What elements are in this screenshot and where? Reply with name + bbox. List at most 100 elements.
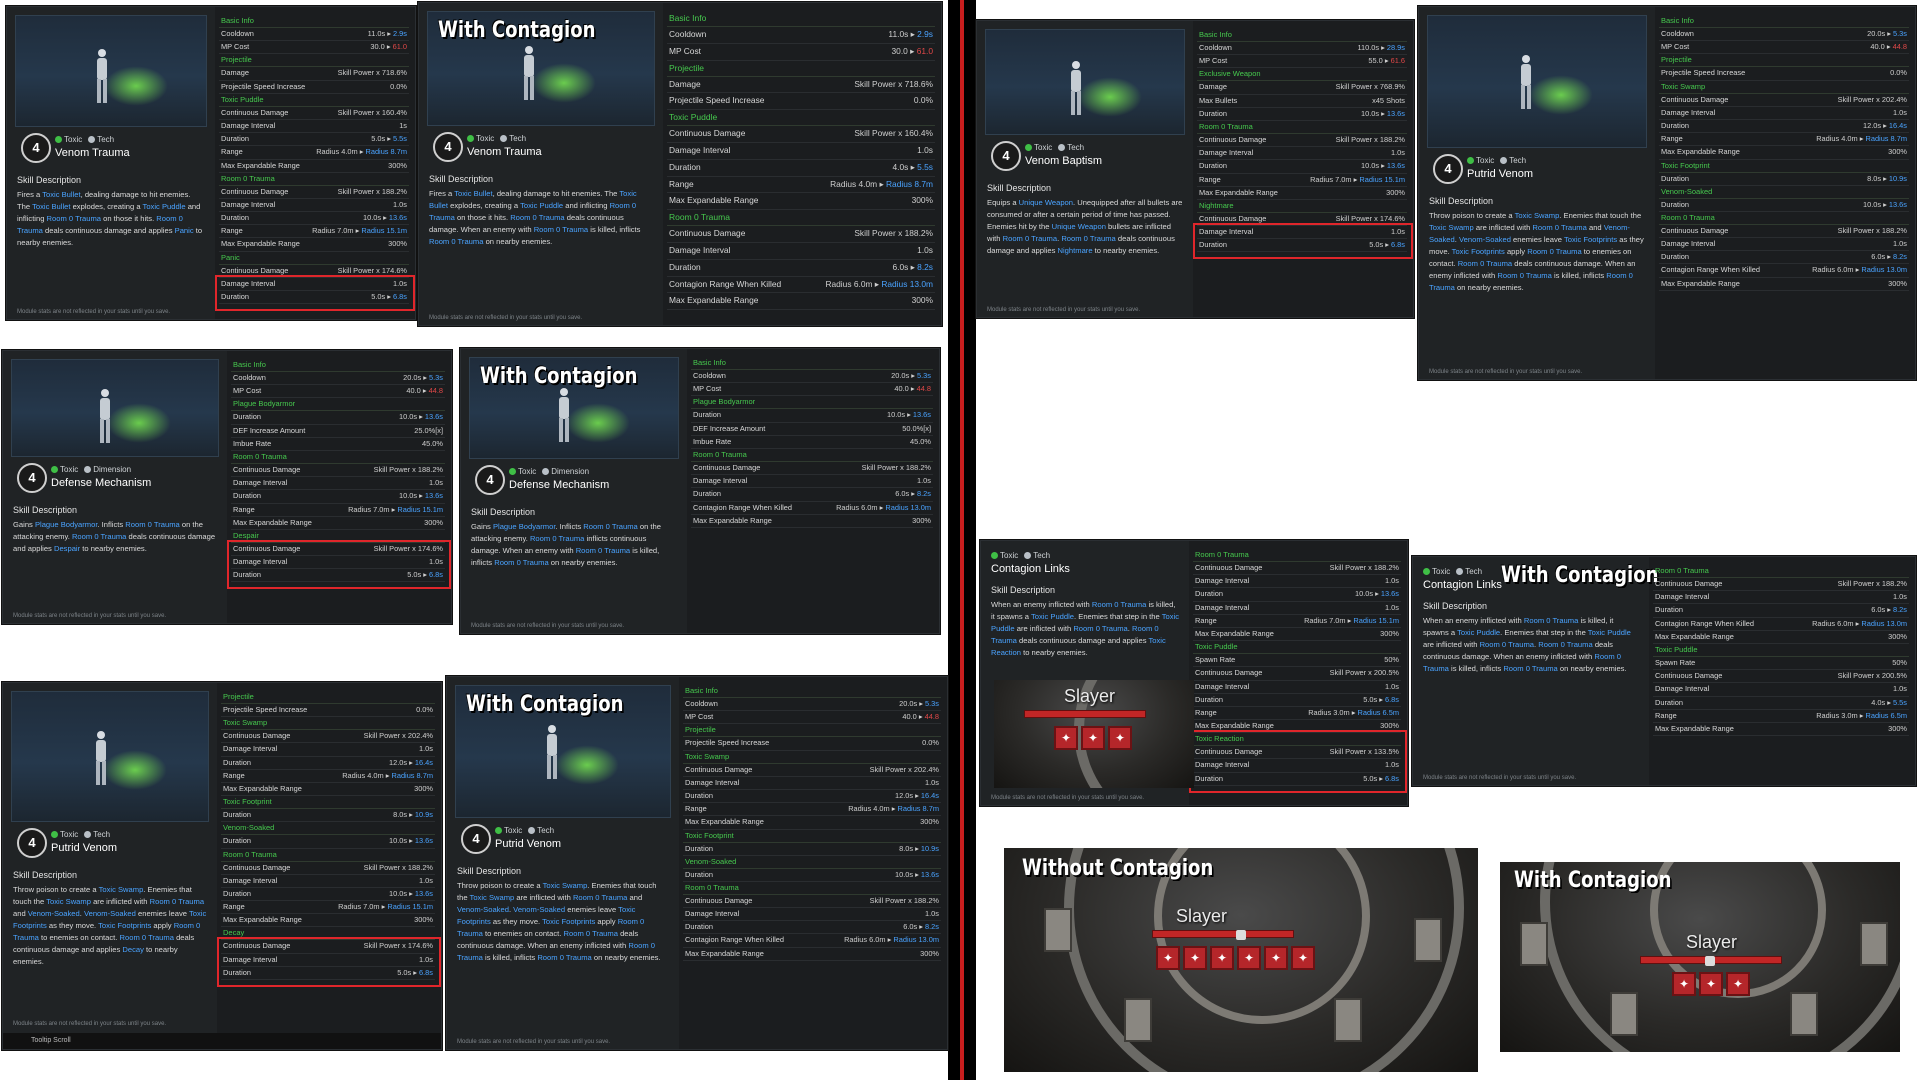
keyword-link[interactable]: Room 0 Trauma bbox=[537, 953, 591, 962]
stat-row: Duration 12.0s ▸ 16.4s bbox=[683, 790, 941, 804]
stat-row: Continuous Damage Skill Power x 200.5% bbox=[1653, 670, 1909, 684]
keyword-link[interactable]: Room 0 Trauma bbox=[150, 897, 204, 906]
skill-stats-panel: Basic Info Cooldown 20.0s ▸ 5.3s MP Cost 40.… bbox=[691, 357, 933, 625]
keyword-link[interactable]: Toxic Swamp bbox=[46, 897, 91, 906]
keyword-link[interactable]: Toxic Puddle bbox=[1588, 628, 1631, 637]
toxic-icon bbox=[991, 552, 998, 560]
keyword-link[interactable]: Room 0 Trauma bbox=[1538, 640, 1592, 649]
stat-value: 12.0s ▸ 16.4s bbox=[895, 790, 939, 800]
keyword-link[interactable]: Toxic Footprints bbox=[1564, 235, 1617, 244]
keyword-link[interactable]: Nightmare bbox=[1058, 246, 1093, 255]
with-contagion-title: With Contagion bbox=[438, 18, 596, 43]
keyword-link[interactable]: Toxic Footprints bbox=[98, 921, 151, 930]
keyword-link[interactable]: Room 0 Trauma bbox=[530, 534, 584, 543]
stat-section-header: Room 0 Trauma bbox=[691, 449, 933, 462]
stat-row: Max Expandable Range 300% bbox=[1653, 631, 1909, 644]
stat-row: Damage Interval 1.0s bbox=[1197, 147, 1407, 161]
skill-portrait bbox=[11, 359, 219, 457]
stat-label: Max Expandable Range bbox=[223, 915, 302, 925]
stat-value: Radius 6.0m ▸ Radius 13.0m bbox=[844, 935, 939, 945]
stat-section-header: Basic Info bbox=[231, 359, 445, 372]
stat-value: 5.0s ▸ 5.5s bbox=[371, 134, 407, 144]
stat-section-header: Projectile bbox=[683, 724, 941, 738]
keyword-link[interactable]: Room 0 Trauma bbox=[429, 237, 483, 246]
keyword-link[interactable]: Room 0 Trauma bbox=[534, 225, 588, 234]
keyword-link[interactable]: Unique Weapon bbox=[1019, 198, 1073, 207]
keyword-link[interactable]: Room 0 Trauma bbox=[1073, 624, 1127, 633]
keyword-link[interactable]: Room 0 Trauma bbox=[1480, 640, 1534, 649]
stat-value: Skill Power x 188.2% bbox=[337, 186, 407, 196]
with-contagion-scene: With Contagion Slayer ✦ ✦ ✦ bbox=[1500, 862, 1900, 1052]
keyword-link[interactable]: Venom-Soaked bbox=[457, 905, 509, 914]
skill-description-text: Gains Plague Bodyarmor. Inflicts Room 0 … bbox=[13, 520, 216, 553]
tag-type: Dimension bbox=[551, 467, 590, 476]
debuff-icon: ✦ bbox=[1108, 726, 1132, 750]
keyword-link[interactable]: Room 0 Trauma bbox=[47, 214, 101, 223]
keyword-link[interactable]: Toxic Puddle bbox=[520, 201, 563, 210]
keyword-link[interactable]: Room 0 Trauma bbox=[1527, 247, 1581, 256]
keyword-link[interactable]: Venom-Soaked bbox=[513, 905, 565, 914]
keyword-link[interactable]: Toxic Swamp bbox=[543, 881, 588, 890]
stat-label: Contagion Range When Killed bbox=[1661, 265, 1761, 275]
character-figure bbox=[521, 46, 537, 100]
keyword-link[interactable]: Toxic Bullet bbox=[42, 190, 80, 199]
divider-red-line bbox=[960, 0, 964, 1080]
keyword-link[interactable]: Toxic Footprints bbox=[1452, 247, 1505, 256]
keyword-link[interactable]: Room 0 Trauma bbox=[72, 532, 126, 541]
keyword-link[interactable]: Plague Bodyarmor bbox=[493, 522, 555, 531]
keyword-link[interactable]: Toxic Puddle bbox=[1457, 628, 1500, 637]
stat-row: Imbue Rate 45.0% bbox=[691, 436, 933, 449]
stat-value: 4.0s ▸ 5.5s bbox=[892, 161, 933, 172]
keyword-link[interactable]: Venom-Soaked bbox=[1459, 235, 1511, 244]
keyword-link[interactable]: Room 0 Trauma bbox=[1003, 234, 1057, 243]
stat-section-header: Room 0 Trauma bbox=[1653, 565, 1909, 578]
skill-description-text: Throw poison to create a Toxic Swamp. En… bbox=[1429, 211, 1644, 292]
stat-label: Damage Interval bbox=[685, 909, 740, 919]
toxic-icon bbox=[1423, 568, 1430, 576]
keyword-link[interactable]: Despair bbox=[54, 544, 80, 553]
stat-label: Max Expandable Range bbox=[693, 515, 772, 525]
stat-label: Contagion Range When Killed bbox=[1655, 618, 1755, 628]
keyword-link[interactable]: Room 0 Trauma bbox=[125, 520, 179, 529]
skill-info-panel: 4 Toxic Tech Venom Trauma Skill Description F… bbox=[7, 7, 215, 319]
keyword-link[interactable]: Room 0 Trauma bbox=[1524, 616, 1578, 625]
keyword-link[interactable]: Toxic Puddle bbox=[143, 202, 186, 211]
keyword-link[interactable]: Room 0 Trauma bbox=[576, 546, 630, 555]
stat-row: Duration 6.0s ▸ 8.2s bbox=[683, 921, 941, 935]
stat-value: 8.0s ▸ 10.9s bbox=[899, 843, 939, 853]
keyword-link[interactable]: Venom-Soaked bbox=[28, 909, 80, 918]
keyword-link[interactable]: Decay bbox=[122, 945, 144, 954]
keyword-link[interactable]: Room 0 Trauma bbox=[1458, 259, 1512, 268]
keyword-link[interactable]: Room 0 Trauma bbox=[573, 893, 627, 902]
keyword-link[interactable]: Room 0 Trauma bbox=[583, 522, 637, 531]
keyword-link[interactable]: Toxic Swamp bbox=[1515, 211, 1560, 220]
keyword-link[interactable]: Room 0 Trauma bbox=[1061, 234, 1115, 243]
keyword-link[interactable]: Toxic Reaction bbox=[991, 636, 1166, 657]
keyword-link[interactable]: Toxic Bullet bbox=[454, 189, 492, 198]
stat-value: Radius 4.0m ▸ Radius 8.7m bbox=[848, 804, 939, 814]
keyword-link[interactable]: Toxic Swamp bbox=[470, 893, 515, 902]
stat-label: Damage Interval bbox=[223, 954, 278, 964]
keyword-link[interactable]: Toxic Swamp bbox=[1429, 223, 1474, 232]
keyword-link[interactable]: Room 0 Trauma bbox=[1497, 271, 1551, 280]
figure-leg1 bbox=[1071, 91, 1075, 115]
keyword-link[interactable]: Toxic Swamp bbox=[99, 885, 144, 894]
keyword-link[interactable]: Room 0 Trauma bbox=[1532, 223, 1586, 232]
keyword-link[interactable]: Plague Bodyarmor bbox=[35, 520, 97, 529]
keyword-link[interactable]: Venom-Soaked bbox=[84, 909, 136, 918]
keyword-link[interactable]: Room 0 Trauma bbox=[510, 213, 564, 222]
keyword-link[interactable]: Room 0 Trauma bbox=[1503, 664, 1557, 673]
keyword-link[interactable]: Room 0 Trauma bbox=[1092, 600, 1146, 609]
keyword-link[interactable]: Toxic Puddle bbox=[1031, 612, 1074, 621]
keyword-link[interactable]: Room 0 Trauma bbox=[120, 933, 174, 942]
module-note: Module stats are not reflected in your s… bbox=[13, 1021, 167, 1027]
keyword-link[interactable]: Unique Weapon bbox=[1052, 222, 1106, 231]
tag2-icon bbox=[500, 135, 508, 143]
venom-trauma-contagion-card: With Contagion 4 Toxic Tech Venom Trauma Skil… bbox=[418, 2, 942, 326]
keyword-link[interactable]: Room 0 Trauma bbox=[564, 929, 618, 938]
keyword-link[interactable]: Toxic Footprints bbox=[542, 917, 595, 926]
skill-stats-panel: Basic Info Cooldown 20.0s ▸ 5.3s MP Cost 40.… bbox=[231, 359, 445, 615]
keyword-link[interactable]: Panic bbox=[175, 226, 194, 235]
keyword-link[interactable]: Toxic Bullet bbox=[32, 202, 70, 211]
keyword-link[interactable]: Room 0 Trauma bbox=[494, 558, 548, 567]
